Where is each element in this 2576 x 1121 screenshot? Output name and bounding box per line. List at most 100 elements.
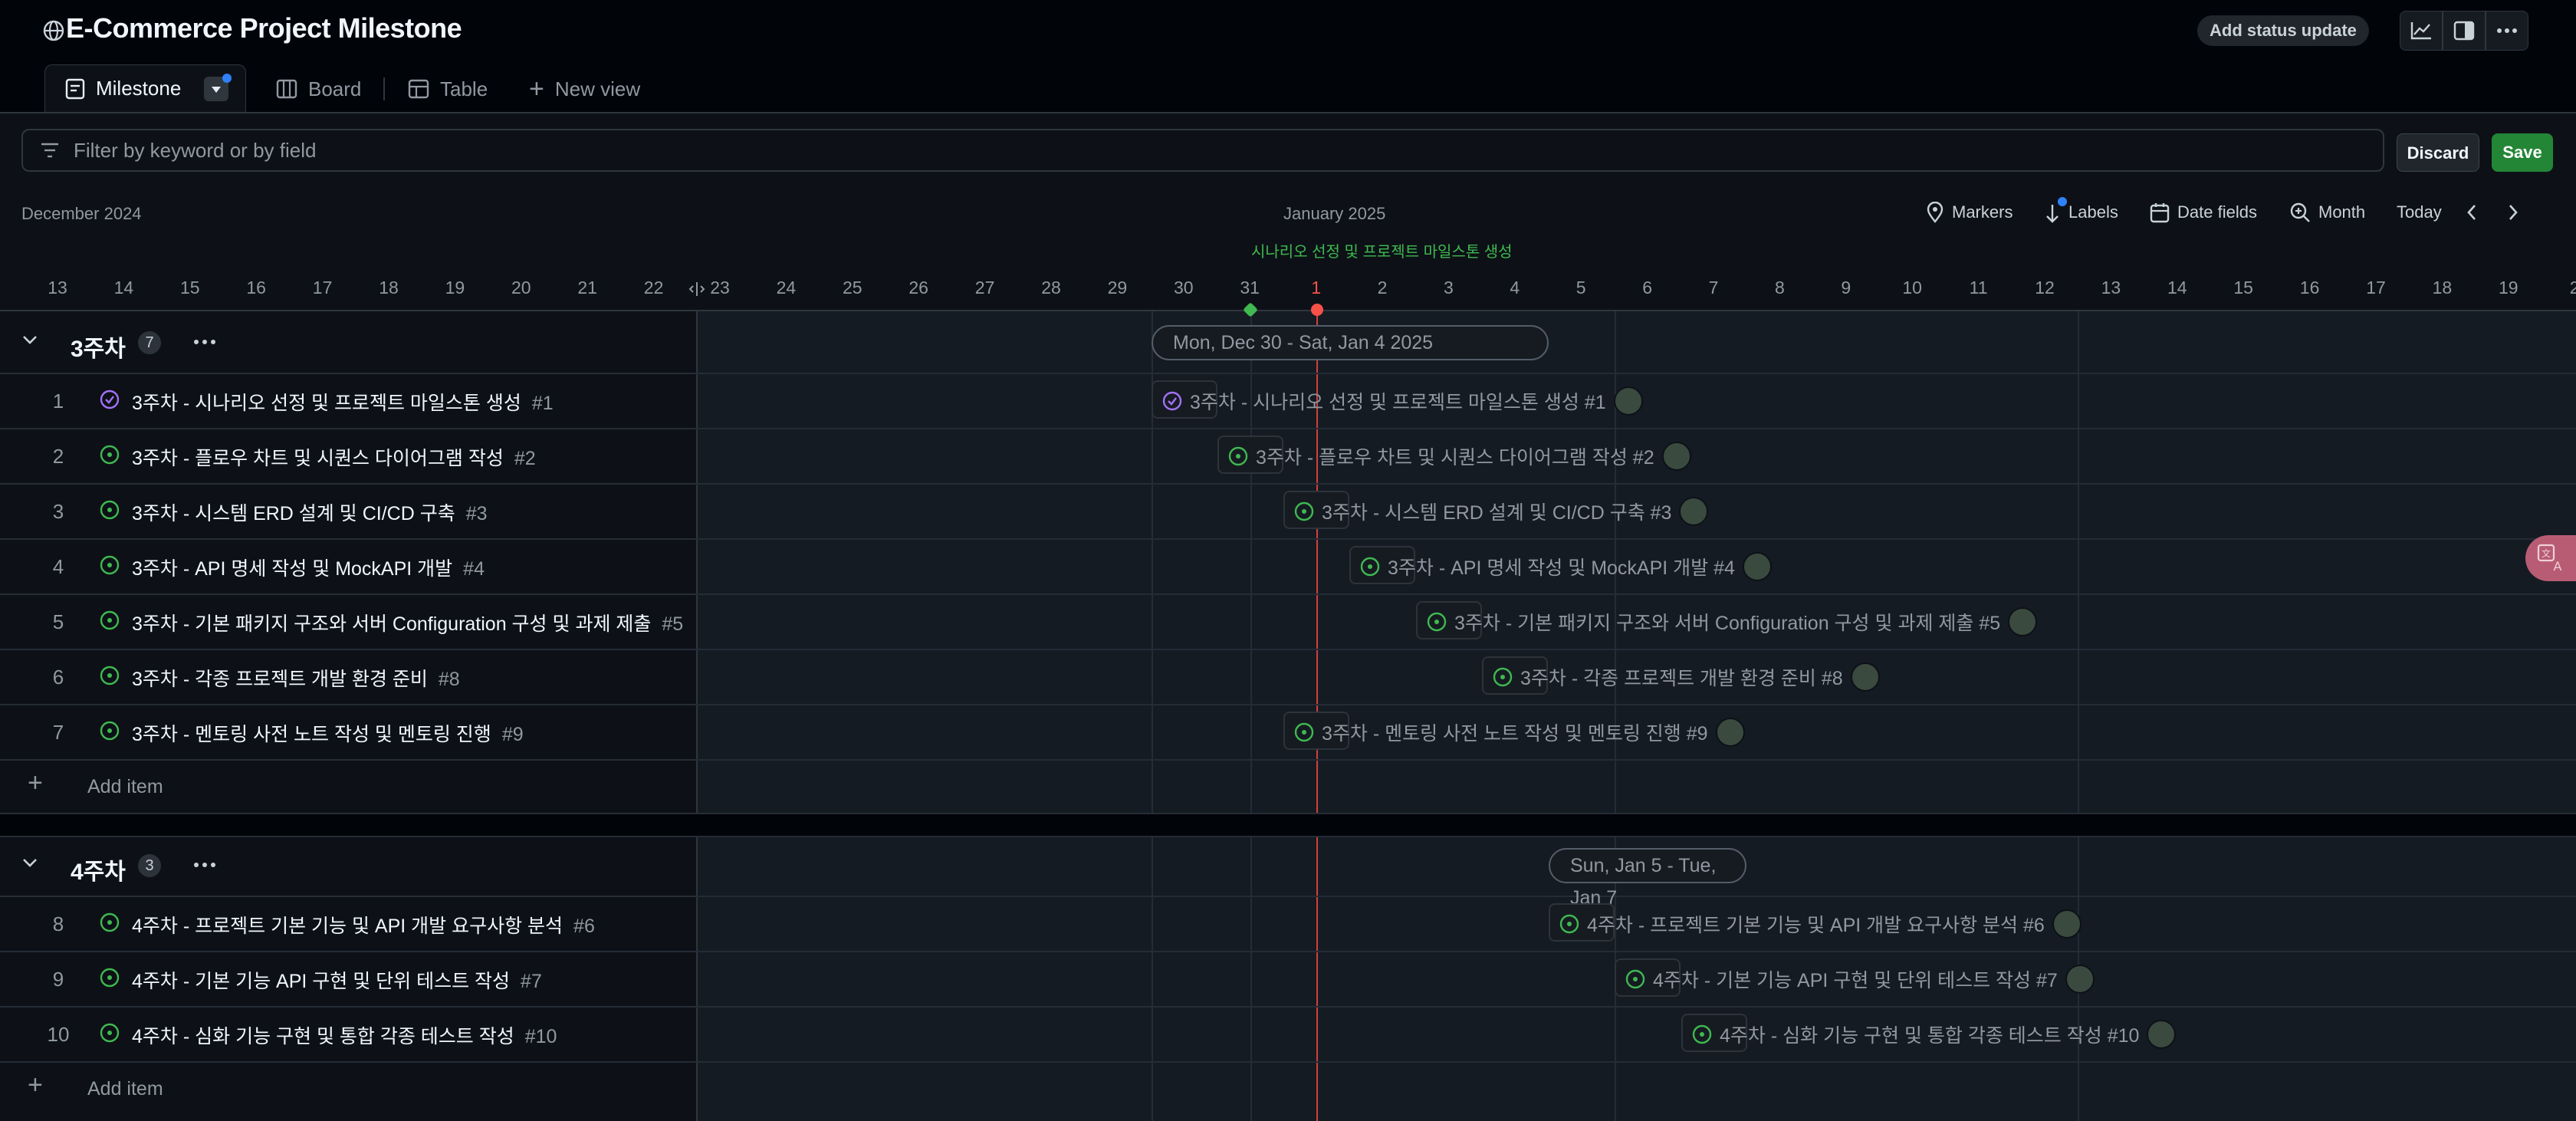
timeline-bar-label[interactable]: 3주차 - 각종 프로젝트 개발 환경 준비 #8: [1493, 662, 1880, 692]
markers-button[interactable]: Markers: [1926, 199, 2013, 225]
timeline-bar-label[interactable]: 4주차 - 프로젝트 기본 기능 및 API 개발 요구사항 분석 #6: [1559, 909, 2082, 939]
day-tick: 16: [246, 278, 266, 298]
side-panel-icon: [2453, 21, 2475, 41]
labels-button[interactable]: Labels: [2044, 197, 2118, 225]
item-title: 3주차 - 시스템 ERD 설계 및 CI/CD 구축: [132, 503, 455, 524]
issue-open-icon: [100, 1023, 120, 1043]
previous-button[interactable]: [2466, 199, 2478, 225]
timeline-bar-label[interactable]: 3주차 - 멘토링 사전 노트 작성 및 멘토링 진행 #9: [1294, 718, 1745, 747]
side-panel-button[interactable]: [2443, 11, 2486, 51]
item-title-cell[interactable]: 3주차 - API 명세 작성 및 MockAPI 개발 #4: [132, 554, 485, 581]
group-header: 4주차 3 Sun, Jan 5 - Tue, Jan 7: [0, 834, 2576, 909]
issue-open-icon: [1559, 914, 1579, 934]
row-number: 10: [47, 1023, 70, 1046]
timeline-bar-label[interactable]: 4주차 - 심화 기능 구현 및 통합 각종 테스트 작성 #10: [1692, 1020, 2177, 1049]
add-status-update-button[interactable]: Add status update: [2197, 15, 2369, 46]
calendar-icon: [2150, 203, 2170, 223]
today-button[interactable]: Today: [2397, 199, 2442, 225]
assignee-avatar[interactable]: [1742, 552, 1772, 581]
assignee-avatar[interactable]: [1679, 497, 1709, 526]
kebab-horizontal-icon[interactable]: [193, 339, 216, 345]
location-pin-icon: [1927, 202, 1944, 223]
item-title-cell[interactable]: 3주차 - 멘토링 사전 노트 작성 및 멘토링 진행 #9: [132, 719, 524, 747]
tab-table[interactable]: Table: [408, 69, 488, 109]
day-tick: 6: [1642, 278, 1652, 298]
item-title-cell[interactable]: 3주차 - 플로우 차트 및 시퀀스 다이어그램 작성 #2: [132, 443, 536, 471]
day-tick: 15: [180, 278, 200, 298]
day-tick: 2: [1377, 278, 1388, 298]
assignee-avatar[interactable]: [2052, 909, 2082, 939]
translate-badge[interactable]: 文A: [2525, 535, 2576, 581]
timeline-bar-label[interactable]: 3주차 - 시나리오 선정 및 프로젝트 마일스톤 생성 #1: [1162, 386, 1643, 416]
zoom-month-button[interactable]: Month: [2289, 199, 2365, 225]
day-tick: 8: [1774, 278, 1785, 298]
column-resize-handle[interactable]: [688, 281, 705, 298]
date-range-pill: Sun, Jan 5 - Tue, Jan 7: [1549, 848, 1746, 909]
date-fields-button[interactable]: Date fields: [2150, 199, 2257, 225]
timeline-bar-label[interactable]: 3주차 - 플로우 차트 및 시퀀스 다이어그램 작성 #2: [1228, 442, 1691, 471]
save-button[interactable]: Save: [2492, 133, 2553, 172]
item-title-cell[interactable]: 3주차 - 시나리오 선정 및 프로젝트 마일스톤 생성 #1: [132, 388, 554, 416]
kebab-horizontal-icon[interactable]: [193, 862, 216, 868]
table-row[interactable]: 2 3주차 - 플로우 차트 및 시퀀스 다이어그램 작성 #2 3주차 - 플로우 …: [0, 428, 2576, 485]
table-row[interactable]: 10 4주차 - 심화 기능 구현 및 통합 각종 테스트 작성 #10 4주차 - …: [0, 1006, 2576, 1063]
discard-button[interactable]: Discard: [2397, 133, 2479, 172]
issue-open-icon: [100, 555, 120, 575]
item-title: 3주차 - 시나리오 선정 및 프로젝트 마일스톤 생성: [132, 393, 521, 414]
view-options-button[interactable]: [204, 73, 232, 101]
day-tick: 1: [1311, 278, 1321, 298]
item-title-cell[interactable]: 4주차 - 기본 기능 API 구현 및 단위 테스트 작성 #7: [132, 966, 542, 994]
assignee-avatar[interactable]: [2008, 607, 2038, 636]
assignee-avatar[interactable]: [1850, 662, 1880, 692]
day-tick: 15: [2233, 278, 2253, 298]
item-title-cell[interactable]: 3주차 - 각종 프로젝트 개발 환경 준비 #8: [132, 664, 460, 692]
tab-divider: [383, 77, 385, 100]
chevron-down-icon[interactable]: [21, 857, 38, 868]
assignee-avatar[interactable]: [1715, 718, 1745, 747]
table-row[interactable]: 8 4주차 - 프로젝트 기본 기능 및 API 개발 요구사항 분석 #6 4주차 …: [0, 896, 2576, 952]
chevron-down-icon[interactable]: [21, 334, 38, 345]
table-row[interactable]: 1 3주차 - 시나리오 선정 및 프로젝트 마일스톤 생성 #1 3주차 - 시나리…: [0, 373, 2576, 429]
more-options-button[interactable]: [2486, 11, 2528, 51]
day-tick: 22: [643, 278, 664, 298]
project-title[interactable]: E-Commerce Project Milestone: [66, 12, 462, 44]
issue-open-icon: [100, 912, 120, 932]
next-button[interactable]: [2507, 199, 2519, 225]
assignee-avatar[interactable]: [1613, 386, 1643, 416]
assignee-avatar[interactable]: [1661, 442, 1691, 471]
day-tick: 19: [2499, 278, 2518, 298]
table-row[interactable]: 7 3주차 - 멘토링 사전 노트 작성 및 멘토링 진행 #9 3주차 - 멘토링 …: [0, 704, 2576, 761]
resize-icon: [688, 282, 705, 296]
issue-open-icon: [1294, 722, 1314, 742]
day-tick: 30: [1174, 278, 1194, 298]
plus-icon: +: [28, 768, 43, 797]
filter-input[interactable]: Filter by keyword or by field: [21, 129, 2384, 172]
day-tick: 18: [379, 278, 399, 298]
item-title-cell[interactable]: 4주차 - 프로젝트 기본 기능 및 API 개발 요구사항 분석 #6: [132, 911, 595, 939]
item-title-cell[interactable]: 4주차 - 심화 기능 구현 및 통합 각종 테스트 작성 #10: [132, 1021, 557, 1049]
item-title-cell[interactable]: 3주차 - 기본 패키지 구조와 서버 Configuration 구성 및 과…: [132, 609, 683, 636]
table-row[interactable]: 4 3주차 - API 명세 작성 및 MockAPI 개발 #4 3주차 - API…: [0, 538, 2576, 595]
table-row[interactable]: 5 3주차 - 기본 패키지 구조와 서버 Configuration 구성 및 …: [0, 593, 2576, 650]
day-tick: 31: [1240, 278, 1260, 298]
table-row[interactable]: 3 3주차 - 시스템 ERD 설계 및 CI/CD 구축 #3 3주차 - 시스템 …: [0, 483, 2576, 540]
group-count: 7: [138, 331, 161, 354]
tab-board[interactable]: Board: [276, 69, 361, 109]
insights-button[interactable]: [2400, 11, 2443, 51]
timeline-bar-label[interactable]: 3주차 - 시스템 ERD 설계 및 CI/CD 구축 #3: [1294, 497, 1709, 526]
assignee-avatar[interactable]: [2147, 1020, 2177, 1049]
table-row[interactable]: 6 3주차 - 각종 프로젝트 개발 환경 준비 #8 3주차 - 각종 프로젝트 개…: [0, 649, 2576, 705]
table-row[interactable]: 9 4주차 - 기본 기능 API 구현 및 단위 테스트 작성 #7 4주차 - 기…: [0, 951, 2576, 1008]
item-title-cell[interactable]: 3주차 - 시스템 ERD 설계 및 CI/CD 구축 #3: [132, 498, 488, 526]
timeline-bar-label[interactable]: 3주차 - 기본 패키지 구조와 서버 Configuration 구성 및 과…: [1427, 607, 2038, 636]
timeline-bar-label[interactable]: 3주차 - API 명세 작성 및 MockAPI 개발 #4: [1360, 552, 1772, 581]
tab-milestone[interactable]: Milestone: [44, 64, 247, 112]
add-item-row[interactable]: + Add item: [0, 759, 2576, 814]
add-item-row[interactable]: + Add item: [0, 1061, 2576, 1115]
chevron-left-icon: [2467, 205, 2476, 220]
new-view-button[interactable]: + New view: [529, 69, 640, 109]
assignee-avatar[interactable]: [2065, 965, 2095, 994]
markers-label: Markers: [1952, 202, 2013, 222]
timeline-bar-label[interactable]: 4주차 - 기본 기능 API 구현 및 단위 테스트 작성 #7: [1625, 965, 2095, 994]
day-tick: 18: [2432, 278, 2453, 298]
